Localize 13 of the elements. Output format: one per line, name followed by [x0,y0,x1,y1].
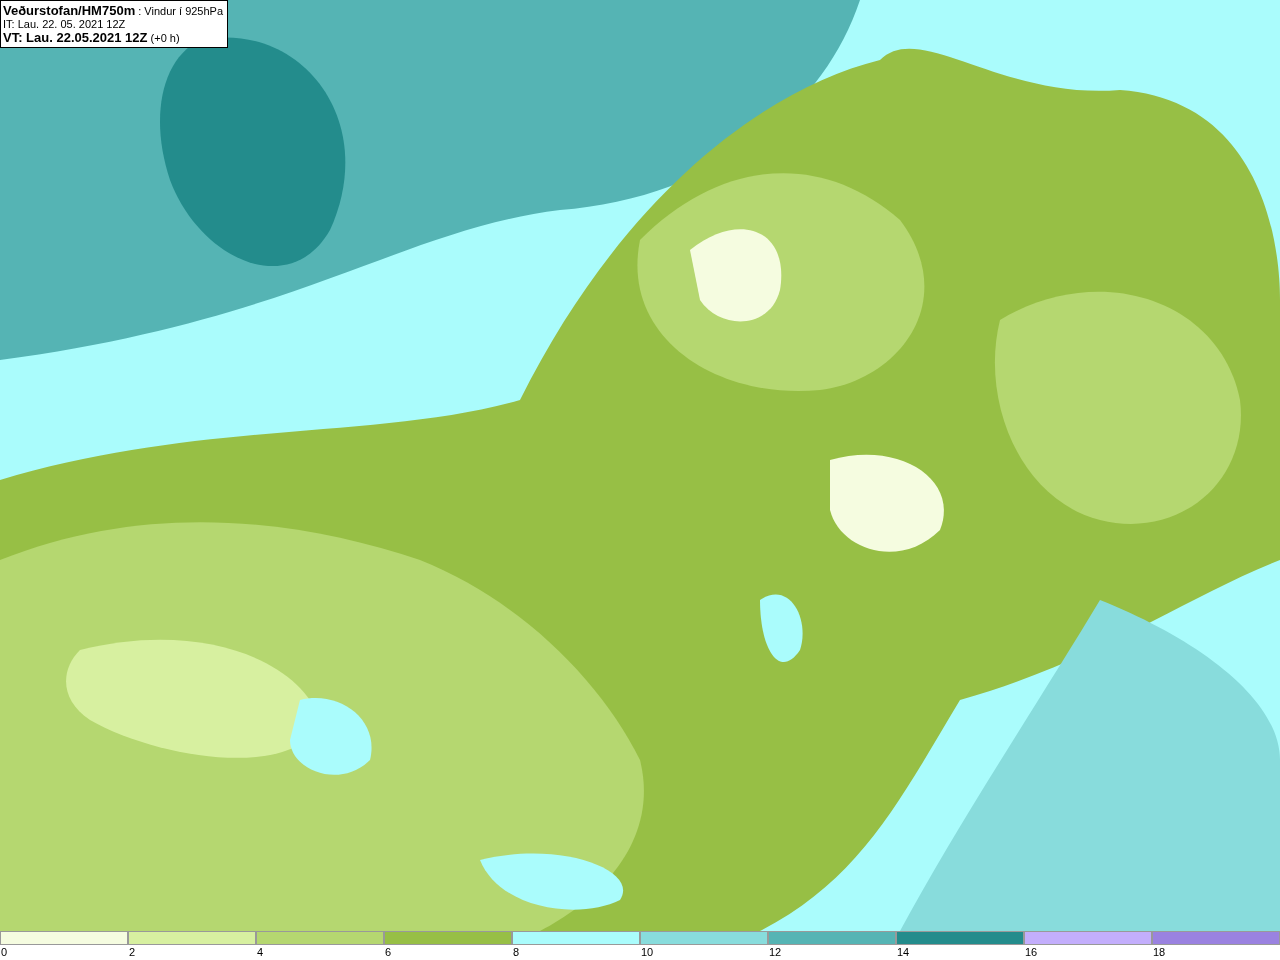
legend-label: 2 [128,945,136,959]
legend-label: 16 [1024,945,1038,959]
legend-label: 4 [256,945,264,959]
legend-label: 18 [1152,945,1166,959]
legend-label: 0 [0,945,8,959]
map-info-text: IT: Lau. 22. 05. 2021 12Z [3,18,127,31]
legend-label: 10 [640,945,654,959]
legend-label: 12 [768,945,782,959]
map-info-text: Veðurstofan/HM750m : Vindur í 925hPa [3,4,224,18]
legend-label: 6 [384,945,392,959]
map-info-text: VT: Lau. 22.05.2021 12Z (+0 h) [3,31,181,45]
legend-label: 14 [896,945,910,959]
legend-label: 8 [512,945,520,959]
